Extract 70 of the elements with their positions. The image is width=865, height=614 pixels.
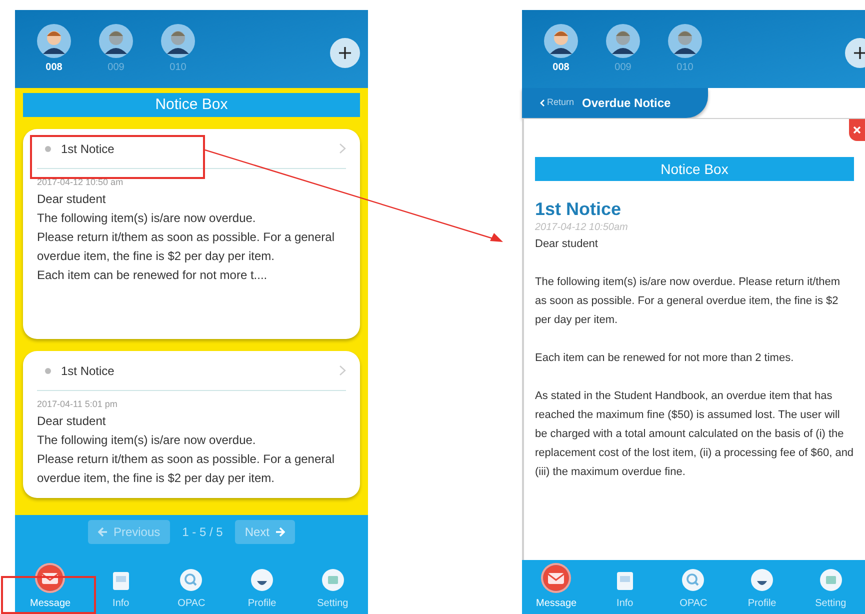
- nav-tab[interactable]: Profile: [226, 548, 298, 614]
- page-indicator: 1 - 5 / 5: [182, 524, 223, 540]
- settings-icon: [322, 569, 344, 591]
- avatar-icon: [37, 24, 71, 58]
- add-button[interactable]: [330, 38, 360, 68]
- close-button[interactable]: [849, 119, 865, 141]
- notice-title: 1st Notice: [61, 140, 116, 158]
- notice-title: 1st Notice: [61, 362, 116, 380]
- panel-title: Notice Box: [535, 157, 854, 181]
- plus-icon: [338, 46, 352, 60]
- notice-card[interactable]: 1st Notice 2017-04-11 5:01 pm Dear student The following item(s) is/are now overdue. Please return it/them as soon as possible. For a general overdue item, the fine is $2 per day per item.: [23, 351, 360, 498]
- nav-tab[interactable]: Setting: [297, 548, 368, 614]
- chevron-right-icon: [339, 365, 346, 376]
- profile-switch[interactable]: 009: [99, 24, 133, 75]
- dot-icon: [45, 368, 51, 374]
- profile-switch[interactable]: 009: [606, 24, 640, 75]
- chevron-right-icon: [339, 143, 346, 154]
- header-title: Overdue Notice: [582, 95, 671, 112]
- notice-text: The following item(s) is/are now overdue.: [37, 210, 257, 226]
- avatar-icon: [668, 24, 702, 58]
- avatar-icon: [606, 24, 640, 58]
- search-icon: [682, 569, 704, 591]
- envelope-icon: [37, 565, 64, 591]
- person-icon: [751, 569, 774, 591]
- profile-switch[interactable]: 008: [544, 24, 578, 75]
- notice-date: 2017-04-11 5:01 pm: [37, 398, 118, 411]
- notice-card[interactable]: [23, 129, 360, 339]
- arrow-left-icon: [98, 526, 108, 536]
- avatar-icon: [99, 24, 133, 58]
- nav-tab[interactable]: OPAC: [659, 560, 728, 614]
- notice-greeting: Dear student: [37, 190, 107, 208]
- nav-tab[interactable]: OPAC: [156, 548, 227, 614]
- search-icon: [180, 569, 202, 591]
- return-link[interactable]: Return: [540, 96, 574, 110]
- nav-tab[interactable]: Message: [522, 560, 591, 614]
- document-icon: [614, 571, 635, 591]
- arrow-right-icon: [274, 526, 285, 536]
- notice-paragraph: The following item(s) is/are now overdue. Please return it/them as soon as possible. For a general overdue item, the fine is $2 per day per item.: [535, 275, 842, 328]
- close-icon: [853, 126, 861, 134]
- notice-text: Please return it/them as soon as possible. For a general overdue item, the fine is $2 per day per item.: [37, 450, 336, 486]
- document-icon: [110, 571, 131, 591]
- notice-date: 2017-04-12 10:50 am: [37, 176, 124, 189]
- notice-paragraph: Each item can be renewed for not more than 2 times.: [535, 351, 795, 366]
- notice-heading: 1st Notice: [535, 198, 622, 220]
- notice-text: The following item(s) is/are now overdue.: [37, 432, 257, 448]
- notice-paragraph: As stated in the Student Handbook, an overdue item that has reached the maximum fine ($50) is assumed lost. The user will be charged with a total amount calculated on the basis of (i) the replacement cost of the lost item, (ii) a processing fee of $60, and (iii) the maximum overdue fine.: [535, 389, 854, 480]
- nav-tab[interactable]: Info: [86, 548, 156, 614]
- next-button[interactable]: Next: [234, 520, 295, 544]
- panel-title: Notice Box: [23, 93, 360, 117]
- avatar-icon: [544, 24, 578, 58]
- notice-paragraph: Dear student: [535, 237, 599, 252]
- notice-text: Please return it/them as soon as possible. For a general overdue item, the fine is $2 per day per item.: [37, 228, 336, 264]
- profile-switch[interactable]: 010: [668, 24, 702, 75]
- avatar-icon: [161, 24, 195, 58]
- nav-tab[interactable]: Info: [590, 560, 660, 614]
- dot-icon: [45, 146, 51, 152]
- notice-date: 2017-04-12 10:50am: [535, 221, 629, 235]
- plus-icon: [853, 46, 865, 60]
- person-icon: [251, 569, 274, 591]
- settings-icon: [820, 569, 842, 591]
- envelope-icon: [543, 565, 570, 591]
- profile-switch[interactable]: 008: [37, 24, 71, 75]
- nav-tab[interactable]: Message: [15, 548, 86, 614]
- notice-text: Each item can be renewed for not more t....: [37, 266, 268, 284]
- chevron-left-icon: [540, 99, 545, 107]
- profile-switch[interactable]: 010: [161, 24, 195, 75]
- nav-tab[interactable]: Setting: [796, 560, 865, 614]
- previous-button[interactable]: Previous: [88, 520, 170, 544]
- notice-greeting: Dear student: [37, 412, 107, 430]
- nav-tab[interactable]: Profile: [728, 560, 796, 614]
